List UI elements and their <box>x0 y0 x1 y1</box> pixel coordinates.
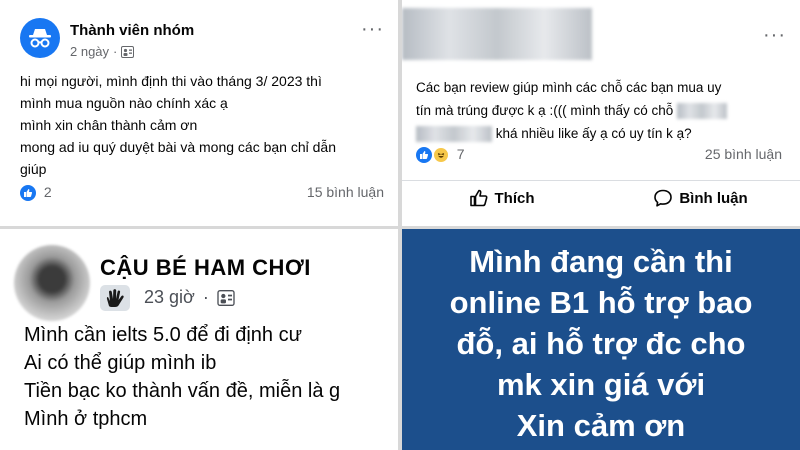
post-card-review: ··· Các bạn review giúp mình các chỗ các… <box>402 0 800 226</box>
member-badge <box>100 285 130 311</box>
post-author-name[interactable]: Thành viên nhóm <box>70 22 194 39</box>
comment-button-label: Bình luận <box>679 189 748 207</box>
banner-line: online B1 hỗ trợ bao <box>449 285 753 320</box>
redacted-text <box>677 103 728 120</box>
thumbs-up-icon <box>469 189 487 207</box>
post-text-line: tín mà trúng được k ạ :((( mình thấy có … <box>416 99 794 122</box>
more-options-icon[interactable]: ··· <box>361 19 384 39</box>
banner-line: Xin cảm ơn <box>516 408 686 443</box>
more-options-icon[interactable]: ··· <box>763 25 786 45</box>
anonymous-member-avatar[interactable] <box>20 18 60 58</box>
comment-count-link[interactable]: 25 bình luận <box>705 146 782 163</box>
post-text-segment: tín mà trúng được k ạ :((( mình thấy có … <box>416 103 674 118</box>
blurred-author-header <box>402 8 592 60</box>
post-text-line: Tiền bạc ko thành vấn đề, miễn là g <box>24 380 341 402</box>
post-timestamp[interactable]: 23 giờ <box>144 287 195 308</box>
redacted-text <box>416 126 492 143</box>
post-text-line: khá nhiều like ấy ạ có uy tín k ạ? <box>416 122 794 145</box>
post-text-line: mình xin chân thành cảm ơn <box>20 117 198 133</box>
reaction-summary[interactable]: 2 <box>20 184 52 202</box>
comment-count-link[interactable]: 15 bình luận <box>307 184 384 201</box>
post-text-segment: khá nhiều like ấy ạ có uy tín k ạ? <box>495 126 692 141</box>
post-actions-bar: Thích Bình luận <box>402 188 800 208</box>
comment-bubble-icon <box>654 189 673 207</box>
post-body: Mình cần ielts 5.0 để đi định cư Ai có t… <box>24 321 398 433</box>
post-text-line: Mình cần ielts 5.0 để đi định cư <box>24 324 302 346</box>
post-card-ielts: CẬU BÉ HAM CHƠI 23 giờ · Mình cần ielts … <box>0 229 398 450</box>
post-meta: 2 ngày · <box>70 44 135 59</box>
post-card-banner: Mình đang cần thi online B1 hỗ trợ bao đ… <box>402 229 800 450</box>
haha-reaction-icon <box>432 147 449 164</box>
post-author-name[interactable]: CẬU BÉ HAM CHƠI <box>100 255 311 281</box>
post-meta: 23 giờ · <box>144 287 235 308</box>
like-reaction-icon <box>20 185 36 202</box>
post-stats: 7 25 bình luận <box>416 146 782 164</box>
post-timestamp[interactable]: 2 ngày <box>70 44 109 59</box>
group-audience-icon <box>217 289 235 306</box>
post-body: hi mọi người, mình định thi vào tháng 3/… <box>20 70 392 180</box>
banner-message: Mình đang cần thi online B1 hỗ trợ bao đ… <box>402 241 800 446</box>
post-stats: 2 15 bình luận <box>20 184 384 202</box>
meta-separator: · <box>202 287 209 307</box>
group-audience-icon <box>121 45 135 58</box>
like-button-label: Thích <box>494 189 535 207</box>
reaction-summary[interactable]: 7 <box>416 146 465 164</box>
banner-line: mk xin giá với <box>496 367 706 402</box>
like-button[interactable]: Thích <box>402 188 601 208</box>
blurred-profile-avatar[interactable] <box>14 245 90 321</box>
post-text-line: hi mọi người, mình định thi vào tháng 3/… <box>20 73 322 89</box>
waving-hand-icon <box>106 289 124 307</box>
banner-line: đỗ, ai hỗ trợ đc cho <box>456 326 746 361</box>
action-divider <box>402 180 800 181</box>
post-card-anonymous: Thành viên nhóm 2 ngày · ··· hi mọi ngườ… <box>0 0 398 226</box>
post-text-line: Ai có thể giúp mình ib <box>24 352 217 374</box>
post-text-line: Mình ở tphcm <box>24 408 148 430</box>
meta-separator: · <box>113 44 118 59</box>
reaction-count: 2 <box>43 184 52 200</box>
post-text-line: mình mua nguồn nào chính xác ạ <box>20 95 228 111</box>
comment-button[interactable]: Bình luận <box>601 188 800 208</box>
post-body: Các bạn review giúp mình các chỗ các bạn… <box>416 76 794 145</box>
reaction-count: 7 <box>456 146 465 162</box>
post-text-line: giúp <box>20 161 47 177</box>
banner-line: Mình đang cần thi <box>469 244 733 279</box>
post-text-line: Các bạn review giúp mình các chỗ các bạn… <box>416 80 722 95</box>
like-reaction-icon <box>416 147 432 164</box>
post-text-line: mong ad iu quý duyệt bài và mong các bạn… <box>20 139 336 155</box>
incognito-icon <box>29 29 51 48</box>
